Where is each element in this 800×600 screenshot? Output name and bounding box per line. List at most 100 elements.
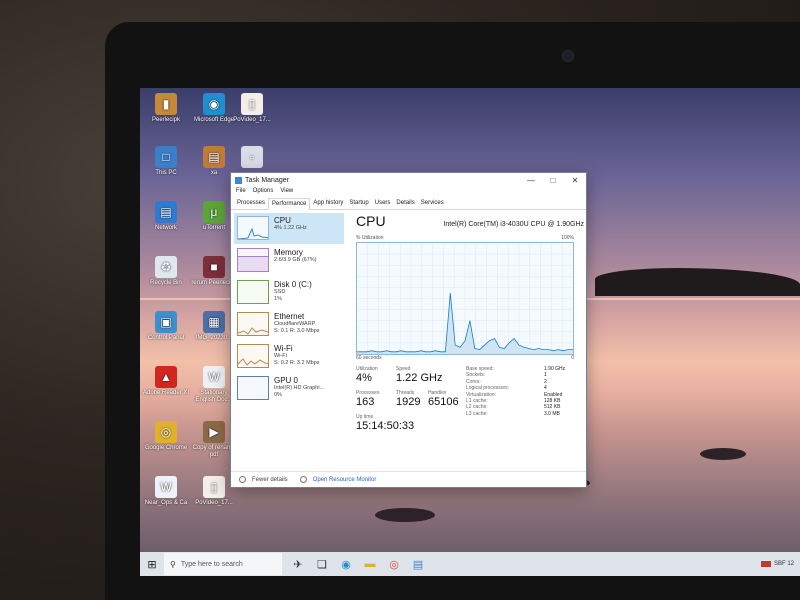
word-icon: W [203,366,225,388]
spec-key: L3 cache: [466,410,488,417]
edge-icon: ◉ [203,93,225,115]
taskbar-search[interactable]: ⚲ Type here to search [164,553,282,575]
menu-bar: File Options View [231,188,586,198]
taskbar: ⊞ ⚲ Type here to search ✈ ❏ ◉ ▬ ◎ ▤ SBF … [140,552,800,576]
sidebar-item-detail: 0% [274,391,282,398]
system-tray: SBF 12 [760,561,800,567]
desktop-icon[interactable]: ▯ PoVideo_17... [228,93,276,124]
word-doc-icon: W [155,476,177,498]
task-manager-icon[interactable]: ▤ [406,558,430,571]
folder-icon: ▮ [155,93,177,115]
cpu-model: Intel(R) Core(TM) i3-4030U CPU @ 1.90GHz [443,221,584,228]
sidebar-item-detail: CloudflareWARP [274,321,316,327]
webcam [562,50,574,62]
tab-bar: Processes Performance App history Startu… [231,198,586,210]
document-icon: ▫ [241,146,263,168]
sidebar-item-label: Memory [274,248,303,257]
sidebar-item-cpu[interactable]: CPU 4% 1.22 GHz [234,213,344,244]
desktop-icon[interactable]: ◎ Google Chrome [142,421,190,452]
sidebar-item-label: Disk 0 (C:) [274,280,312,289]
stock-badge [760,561,771,567]
sidebar-item-memory[interactable]: Memory 2.6/3.9 GB (67%) [234,245,344,276]
sidebar-item-wifi[interactable]: Wi-Fi Wi-Fi S: 0.2 R: 3.2 Mbps [234,341,344,372]
desktop-icon[interactable]: ▣ Control Panel [142,311,190,342]
desktop-icon[interactable]: ♻ Recycle Bin [142,256,190,287]
desktop-icon[interactable]: ▲ Adobe Reader XI [142,366,190,397]
desktop-icon[interactable]: ▤ Network [142,201,190,232]
desktop-icon-label: PoVideo_17... [233,117,271,123]
tab-processes[interactable]: Processes [234,198,268,209]
sidebar-item-label: Ethernet [274,312,305,321]
fewer-details-link[interactable]: Fewer details [252,477,288,483]
cpu-stats: Utilization 4% Speed 1.22 GHz Processes … [356,366,584,466]
stat-processes: 163 [356,396,375,408]
panel-title: CPU [356,213,386,229]
tab-users[interactable]: Users [372,198,394,209]
desktop-icon-label: IMG_20230... [195,335,233,341]
island-silhouette [595,268,800,296]
tray-text[interactable]: SBF 12 [774,561,794,567]
edge-icon[interactable]: ◉ [334,558,358,571]
tab-app-history[interactable]: App history [310,198,346,209]
open-resource-monitor-link[interactable]: Open Resource Monitor [313,477,377,483]
file-explorer-icon[interactable]: ▬ [358,558,382,570]
title-bar[interactable]: Task Manager — □ ✕ [231,173,586,188]
minimize-button[interactable]: — [520,173,542,188]
network-icon: ▤ [155,201,177,223]
beach-rock [700,448,746,460]
desktop-icon[interactable]: W Near_Ops & Ca [142,476,190,507]
stat-speed: 1.22 GHz [396,372,443,384]
pinned-app-icon[interactable]: ✈ [286,558,310,571]
menu-view[interactable]: View [280,188,293,198]
menu-file[interactable]: File [236,188,246,198]
desktop-icon-label: Stationary English Doc... [195,390,233,403]
spec-value: 3.0 MB [544,410,560,417]
chrome-icon[interactable]: ◎ [382,558,406,571]
cpu-mini-graph [237,216,269,240]
wifi-mini-graph [237,344,269,368]
task-view-icon[interactable]: ❏ [310,558,334,571]
gpu-mini-graph [237,376,269,400]
sidebar-item-gpu[interactable]: GPU 0 Intel(R) HD Graphi... 0% [234,373,344,404]
cpu-history-svg [357,243,573,354]
tab-details[interactable]: Details [393,198,417,209]
desktop-icon[interactable]: ▮ Peerlecipk [142,93,190,124]
maximize-button[interactable]: □ [542,173,564,188]
menu-options[interactable]: Options [253,188,274,198]
sidebar-item-ethernet[interactable]: Ethernet CloudflareWARP S: 0.1 R: 3.0 Mb… [234,309,344,340]
task-manager-window: Task Manager — □ ✕ File Options View Pro… [230,172,587,488]
image-icon: ■ [203,256,225,278]
sidebar-item-label: CPU [274,216,291,225]
start-icon[interactable]: ⊞ [140,558,164,571]
chevron-up-icon[interactable] [239,476,246,483]
tab-services[interactable]: Services [418,198,447,209]
control-panel-icon: ▣ [155,311,177,333]
desktop-icon-label: xa [210,170,218,176]
close-button[interactable]: ✕ [564,173,586,188]
tab-performance[interactable]: Performance [268,198,311,210]
tab-startup[interactable]: Startup [346,198,371,209]
stat-uptime: 15:14:50:33 [356,420,415,432]
spec-row: L3 cache: 3.0 MB [466,411,566,417]
desktop-icon-label: Adobe Reader XI [142,390,190,396]
desktop-icon[interactable]: ▫ [228,146,276,170]
graph-axis-label: % Utilization [356,235,384,241]
desktop-icon-label: Near_Ops & Ca [144,500,188,506]
sidebar-item-detail: S: 0.2 R: 3.2 Mbps [274,359,320,366]
desktop-icon-label: Recycle Bin [150,280,182,286]
desktop-screen: ▮ Peerlecipk ◉ Microsoft Edge ▯ PoVideo_17...… [140,88,800,576]
sidebar-item-detail: 4% 1.22 GHz [274,225,307,231]
desktop-icon[interactable]: □ This PC [142,146,190,177]
computer-icon: □ [155,146,177,168]
sidebar-item-detail: S: 0.1 R: 3.0 Mbps [274,327,320,334]
adobe-reader-icon: ▲ [155,366,177,388]
sidebar-item-label: Wi-Fi [274,344,293,353]
sidebar-item-detail: Intel(R) HD Graphi... [274,385,325,391]
task-manager-icon [235,177,242,184]
stat-utilization: 4% [356,372,372,384]
stat-threads: 1929 [396,396,421,408]
desktop-icon-label: Network [154,225,177,231]
search-placeholder: Type here to search [180,560,243,568]
resource-sidebar: CPU 4% 1.22 GHz Memory 2.6/3.9 GB (67%) [234,213,344,405]
sidebar-item-disk[interactable]: Disk 0 (C:) SSD 1% [234,277,344,308]
